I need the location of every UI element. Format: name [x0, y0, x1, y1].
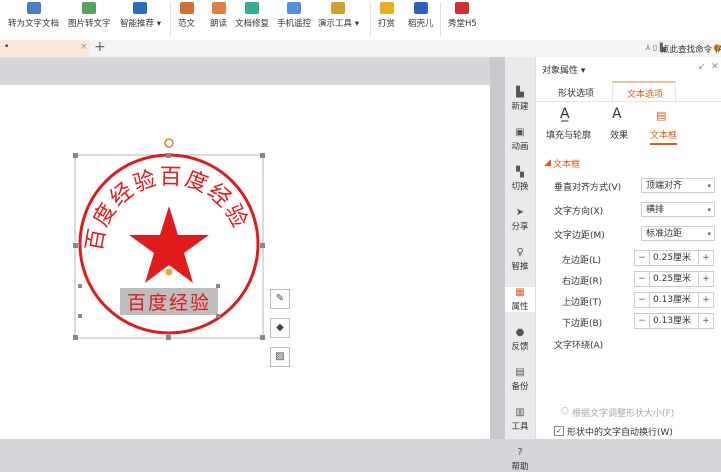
sidebar-item-label: 属性: [511, 302, 529, 312]
tab-text-options[interactable]: 文本选项: [612, 81, 676, 101]
sidebar-item-1[interactable]: ▣ 动画: [505, 127, 535, 152]
tab-label: 文本选项: [627, 90, 664, 100]
increment-button[interactable]: +: [699, 293, 713, 307]
sidebar-item-4[interactable]: ♀ 智推: [505, 247, 535, 272]
sidebar-item-8[interactable]: ▥ 工具: [505, 407, 535, 432]
subtab-textbox[interactable]: 文本框: [650, 128, 678, 145]
smart-push-icon: ♀: [516, 247, 524, 258]
layout-options-button[interactable]: ✎: [270, 289, 290, 309]
stamp-shape[interactable]: 百度经验百度经验 百度经验: [0, 0, 490, 439]
tab-shape-options[interactable]: 形状选项: [558, 86, 594, 99]
textbox-icon: ▤: [656, 109, 667, 122]
feedback-icon: ●: [515, 327, 525, 338]
sidebar-item-7[interactable]: ▤ 备份: [505, 367, 535, 392]
text-wrap-label: 文字环绕(A): [554, 341, 604, 351]
rotate-handle: [164, 138, 174, 148]
autofit-label: 根据文字调整形状大小(F): [572, 409, 675, 419]
close-icon[interactable]: ✕: [711, 62, 719, 72]
wrap-checkbox[interactable]: ✓: [554, 426, 564, 436]
panel-title[interactable]: 对象属性 ▾: [542, 63, 585, 76]
help-icon: ?: [517, 447, 523, 458]
autofit-radio[interactable]: ○: [561, 406, 569, 416]
adjust-handle: [165, 268, 173, 276]
increment-button[interactable]: +: [699, 272, 713, 286]
sidebar-item-9[interactable]: ? 帮助: [505, 447, 535, 472]
decrement-button[interactable]: −: [635, 293, 649, 307]
object-properties-panel: 对象属性 ▾ ↙ ✕ 形状选项 文本选项 A̲ A ▤ 填充与轮廓 效果 文本框…: [535, 57, 721, 439]
margin-value[interactable]: 0.25厘米: [649, 272, 699, 286]
pin-icon[interactable]: ↙: [698, 62, 706, 72]
margin-value[interactable]: 0.25厘米: [649, 251, 699, 265]
command-search[interactable]: 点此查找命令 (Alt+Q: [661, 43, 721, 55]
margin-preset-select[interactable]: 标准边距: [641, 226, 715, 242]
vertical-align-label: 垂直对齐方式(V): [554, 183, 622, 193]
margin-value[interactable]: 0.13厘米: [649, 293, 699, 307]
margin-stepper[interactable]: −0.13厘米 +: [634, 292, 714, 308]
margin-preset-label: 文字边距(M): [554, 231, 605, 241]
sidebar-item-label: 反馈: [511, 342, 529, 352]
margin-label: 上边距(T): [562, 298, 602, 308]
decrement-button[interactable]: −: [635, 314, 649, 328]
animation-icon: ▣: [515, 127, 525, 138]
wrap-checkbox-label: 形状中的文字自动换行(W): [567, 428, 673, 438]
vertical-scrollbar[interactable]: [490, 57, 505, 439]
margin-stepper[interactable]: −0.25厘米 +: [634, 250, 714, 266]
backup-icon: ▤: [515, 367, 525, 378]
transition-icon: ▚: [516, 167, 524, 178]
subtab-effects[interactable]: 效果: [610, 128, 628, 141]
sidebar-item-label: 新建: [511, 102, 529, 112]
margin-label: 右边距(R): [562, 277, 603, 287]
share-icon: ➤: [515, 207, 525, 218]
margin-label: 左边距(L): [562, 256, 602, 266]
right-sidebar: ▙ 新建 ▣ 动画 ▚ 切换 ➤ 分享 ♀ 智推 ▦ 属性 ● 反馈 ▤ 备份 ▥ 工具? 帮助: [505, 57, 535, 472]
outline-button[interactable]: ▨: [270, 347, 290, 367]
fill-outline-icon: A̲: [560, 106, 570, 122]
margin-label: 下边距(B): [562, 319, 603, 329]
properties-icon: ▦: [515, 287, 525, 298]
sidebar-item-3[interactable]: ➤ 分享: [505, 207, 535, 232]
sidebar-item-5[interactable]: ▦ 属性: [505, 287, 535, 312]
margin-stepper[interactable]: −0.13厘米 +: [634, 313, 714, 329]
decrement-button[interactable]: −: [635, 251, 649, 265]
sidebar-item-label: 分享: [511, 222, 529, 232]
sidebar-item-6[interactable]: ● 反馈: [505, 327, 535, 352]
sidebar-item-2[interactable]: ▚ 切换: [505, 167, 535, 192]
stamp-bottom-text: 百度经验: [127, 292, 211, 314]
new-icon: ▙: [516, 87, 524, 98]
sidebar-item-label: 动画: [511, 142, 529, 152]
sidebar-item-label: 智推: [511, 262, 529, 272]
tools-icon: ▥: [515, 407, 525, 418]
fill-button[interactable]: ◆: [270, 318, 290, 338]
sidebar-item-label: 工具: [511, 422, 529, 432]
sidebar-item-0[interactable]: ▙ 新建: [505, 87, 535, 112]
increment-button[interactable]: +: [699, 251, 713, 265]
vertical-align-select[interactable]: 顶端对齐: [641, 178, 715, 194]
section-collapse-icon[interactable]: ◢: [544, 158, 551, 168]
effects-icon: A: [612, 106, 622, 122]
sidebar-item-label: 帮助: [511, 462, 529, 472]
margin-value[interactable]: 0.13厘米: [649, 314, 699, 328]
subtab-fill-outline[interactable]: 填充与轮廓: [546, 128, 591, 141]
text-direction-select[interactable]: 横排: [641, 202, 715, 218]
margin-stepper[interactable]: −0.25厘米 +: [634, 271, 714, 287]
sidebar-item-label: 切换: [511, 182, 529, 192]
section-title: 文本框: [553, 160, 581, 170]
sidebar-item-label: 备份: [511, 382, 529, 392]
text-direction-label: 文字方向(X): [554, 207, 604, 217]
increment-button[interactable]: +: [699, 314, 713, 328]
decrement-button[interactable]: −: [635, 272, 649, 286]
